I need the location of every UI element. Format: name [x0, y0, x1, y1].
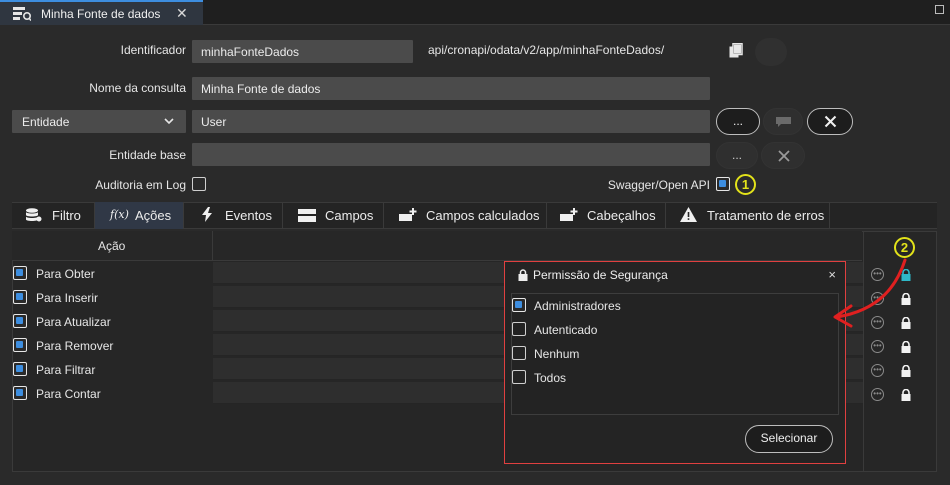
entidade-select[interactable]: Entidade — [12, 110, 186, 133]
more-options-icon[interactable]: ••• — [871, 340, 884, 353]
tab-cabecalhos[interactable]: Cabeçalhos — [547, 202, 666, 229]
swagger-label: Swagger/Open API — [607, 178, 710, 192]
row-label: Para Obter — [36, 267, 95, 281]
dialog-title: Permissão de Segurança — [533, 268, 668, 282]
entidade-input[interactable]: User — [192, 110, 710, 133]
warning-icon — [680, 207, 697, 222]
tab-label: Campos — [325, 208, 374, 223]
row-checkbox-remover[interactable] — [13, 338, 27, 352]
row-label: Para Inserir — [36, 291, 99, 305]
entidade-clear-button[interactable] — [807, 108, 853, 135]
chevron-down-icon — [164, 118, 174, 125]
lock-icon[interactable] — [900, 365, 912, 377]
tab-acoes[interactable]: f(x) Ações — [95, 202, 184, 229]
permission-checkbox-administradores[interactable] — [512, 298, 526, 312]
columns-icon — [298, 209, 316, 222]
datasource-icon — [13, 7, 31, 21]
entidade-comment-button[interactable] — [763, 108, 803, 135]
copy-icon[interactable] — [729, 43, 744, 59]
lock-icon[interactable] — [900, 341, 912, 353]
auditoria-label: Auditoria em Log — [95, 178, 186, 192]
permission-label: Todos — [534, 371, 567, 385]
row-checkbox-obter[interactable] — [13, 266, 27, 280]
lightning-icon — [202, 207, 212, 222]
comment-icon — [776, 117, 791, 127]
lock-icon — [518, 269, 528, 281]
close-tab-icon[interactable]: ✕ — [176, 5, 188, 22]
identificador-input[interactable]: minhaFonteDados — [192, 40, 413, 63]
tab-label: Ações — [135, 208, 172, 223]
tab-campos[interactable]: Campos — [283, 202, 384, 229]
row-checkbox-inserir[interactable] — [13, 290, 27, 304]
api-path-text: api/cronapi/odata/v2/app/minhaFonteDados… — [428, 43, 665, 57]
entidade-base-input[interactable] — [192, 143, 710, 166]
tab-label: Eventos — [225, 208, 272, 223]
tab-eventos[interactable]: Eventos — [184, 202, 283, 229]
identificador-label: Identificador — [120, 43, 186, 57]
row-checkbox-atualizar[interactable] — [13, 314, 27, 328]
tab-campos-calculados[interactable]: Campos calculados — [384, 202, 547, 229]
nome-consulta-label: Nome da consulta — [89, 81, 186, 95]
tab-label: Filtro — [52, 208, 81, 223]
lock-icon[interactable] — [900, 389, 912, 401]
row-checkbox-filtrar[interactable] — [13, 362, 27, 376]
select-button[interactable]: Selecionar — [745, 425, 833, 453]
callout-1: 1 — [735, 174, 756, 195]
row-label: Para Contar — [36, 387, 101, 401]
restore-window-icon[interactable] — [935, 5, 944, 14]
row-label: Para Atualizar — [36, 315, 111, 329]
tab-label: Campos calculados — [426, 208, 540, 223]
extra-action-button[interactable] — [755, 38, 787, 66]
row-label: Para Remover — [36, 339, 114, 353]
nome-consulta-input[interactable]: Minha Fonte de dados — [192, 77, 710, 100]
close-icon — [778, 150, 790, 162]
permission-label: Autenticado — [534, 323, 598, 337]
grid-header-acao: Ação — [98, 239, 126, 253]
entidade-browse-button[interactable]: ... — [716, 108, 760, 135]
permission-checkbox-todos[interactable] — [512, 370, 526, 384]
permission-checkbox-nenhum[interactable] — [512, 346, 526, 360]
grid-divider — [212, 231, 213, 261]
document-tab[interactable]: Minha Fonte de dados ✕ — [0, 0, 203, 25]
document-tab-title: Minha Fonte de dados — [41, 7, 161, 21]
permission-label: Nenhum — [534, 347, 580, 361]
permission-label: Administradores — [534, 299, 621, 313]
swagger-checkbox[interactable] — [716, 177, 730, 191]
entidade-base-browse-button[interactable]: ... — [716, 142, 758, 169]
more-options-icon[interactable]: ••• — [871, 364, 884, 377]
database-icon — [26, 208, 42, 222]
add-field-icon — [399, 208, 417, 221]
close-icon — [824, 115, 837, 128]
more-options-icon[interactable]: ••• — [871, 388, 884, 401]
tab-label: Cabeçalhos — [587, 208, 656, 223]
entidade-base-label: Entidade base — [109, 148, 186, 162]
add-header-icon — [560, 208, 578, 221]
entidade-base-clear-button[interactable] — [761, 142, 805, 169]
tab-label: Tratamento de erros — [707, 208, 825, 223]
permission-checkbox-autenticado[interactable] — [512, 322, 526, 336]
tab-filtro[interactable]: Filtro — [12, 202, 95, 229]
row-checkbox-contar[interactable] — [13, 386, 27, 400]
function-icon: f(x) — [110, 208, 129, 221]
annotation-arrow — [833, 258, 907, 328]
auditoria-checkbox[interactable] — [192, 177, 206, 191]
grid-header: Ação — [12, 231, 862, 261]
row-label: Para Filtrar — [36, 363, 96, 377]
entidade-select-value: Entidade — [22, 115, 70, 129]
tab-tratamento-erros[interactable]: Tratamento de erros — [666, 202, 830, 229]
